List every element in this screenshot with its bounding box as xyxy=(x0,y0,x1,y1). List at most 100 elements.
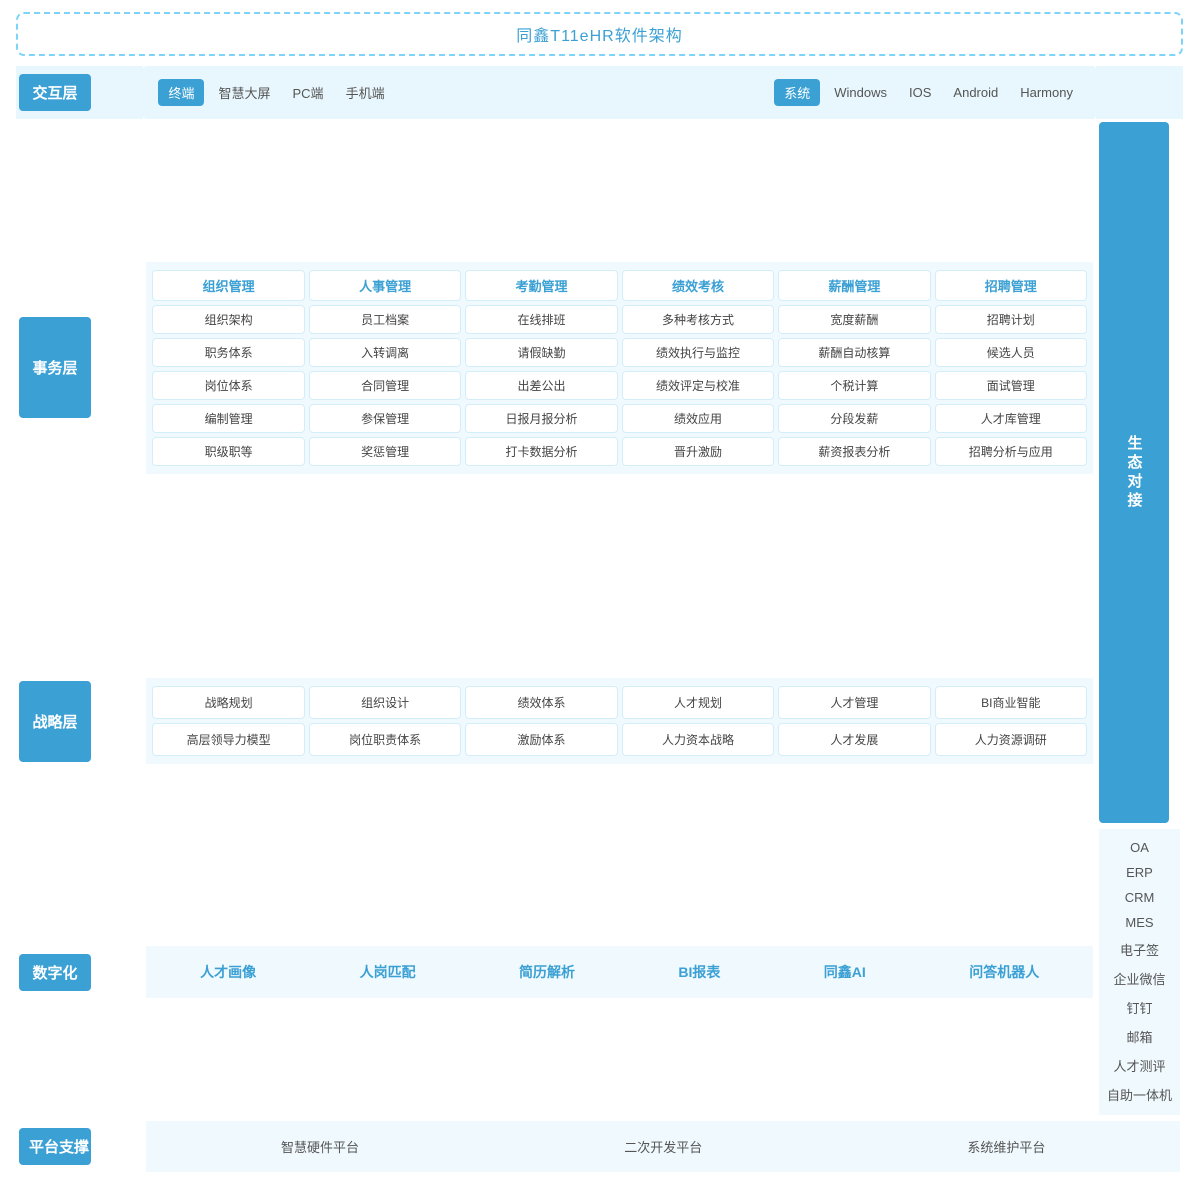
digital-layer-label: 数字化 xyxy=(19,954,91,991)
module-item-4-3: 分段发薪 xyxy=(778,404,930,433)
strategy-grid: 战略规划高层领导力模型组织设计岗位职责体系绩效体系激励体系人才规划人力资本战略人… xyxy=(152,686,1087,756)
strategy-col-0: 战略规划高层领导力模型 xyxy=(152,686,304,756)
module-header-3: 绩效考核 xyxy=(622,270,774,301)
ecology-label: 生态对接 xyxy=(1099,122,1169,823)
strategy-item-1-0: 组织设计 xyxy=(309,686,461,719)
eco-item-0: OA xyxy=(1103,835,1176,860)
module-item-3-4: 晋升激励 xyxy=(622,437,774,466)
ecology-items-right: OAERPCRMMES电子签企业微信钉钉邮箱人才测评自助一体机 xyxy=(1099,829,1180,1115)
module-col-1: 人事管理员工档案入转调离合同管理参保管理奖惩管理 xyxy=(309,270,461,466)
strategy-col-3: 人才规划人力资本战略 xyxy=(622,686,774,756)
module-item-2-0: 在线排班 xyxy=(465,305,617,334)
module-item-4-2: 个税计算 xyxy=(778,371,930,400)
platform-item-2: 系统维护平台 xyxy=(947,1131,1065,1162)
module-item-4-1: 薪酬自动核算 xyxy=(778,338,930,367)
system-tag: 系统 xyxy=(774,79,820,106)
module-item-0-0: 组织架构 xyxy=(152,305,304,334)
eco-item-5: 企业微信 xyxy=(1103,964,1176,993)
system-item-2: Android xyxy=(945,81,1006,104)
eco-item-1: ERP xyxy=(1103,860,1176,885)
digital-item-0: 人才画像 xyxy=(190,956,266,988)
digital-item-2: 简历解析 xyxy=(509,956,585,988)
module-item-1-2: 合同管理 xyxy=(309,371,461,400)
digital-item-5: 问答机器人 xyxy=(959,956,1049,988)
module-item-4-0: 宽度薪酬 xyxy=(778,305,930,334)
system-item-0: Windows xyxy=(826,81,895,104)
module-col-4: 薪酬管理宽度薪酬薪酬自动核算个税计算分段发薪薪资报表分析 xyxy=(778,270,930,466)
digital-item-3: BI报表 xyxy=(668,956,730,988)
strategy-item-4-1: 人才发展 xyxy=(778,723,930,756)
interact-content: 终端 智慧大屏 PC端 手机端 系统 Windows IOS Android H… xyxy=(146,69,1093,116)
eco-item-4: 电子签 xyxy=(1103,935,1176,964)
digital-item-4: 同鑫AI xyxy=(814,956,876,988)
module-col-5: 招聘管理招聘计划候选人员面试管理人才库管理招聘分析与应用 xyxy=(935,270,1087,466)
module-item-5-0: 招聘计划 xyxy=(935,305,1087,334)
module-item-3-1: 绩效执行与监控 xyxy=(622,338,774,367)
terminal-item-1: PC端 xyxy=(285,79,332,106)
main-title: 同鑫T11eHR软件架构 xyxy=(16,12,1183,56)
module-item-1-4: 奖惩管理 xyxy=(309,437,461,466)
digital-content: 人才画像 人岗匹配 简历解析 BI报表 同鑫AI 问答机器人 xyxy=(146,946,1093,998)
eco-item-3: MES xyxy=(1103,910,1176,935)
module-item-0-4: 职级职等 xyxy=(152,437,304,466)
strategy-layer-label: 战略层 xyxy=(19,681,91,762)
terminal-item-0: 智慧大屏 xyxy=(210,79,278,106)
eco-item-6: 钉钉 xyxy=(1103,993,1176,1022)
platform-item-0: 智慧硬件平台 xyxy=(261,1131,379,1162)
strategy-item-0-0: 战略规划 xyxy=(152,686,304,719)
module-header-4: 薪酬管理 xyxy=(778,270,930,301)
eco-item-9: 自助一体机 xyxy=(1103,1080,1176,1109)
system-item-3: Harmony xyxy=(1012,81,1081,104)
system-item-1: IOS xyxy=(901,81,939,104)
module-item-3-0: 多种考核方式 xyxy=(622,305,774,334)
eco-item-7: 邮箱 xyxy=(1103,1022,1176,1051)
eco-item-8: 人才测评 xyxy=(1103,1051,1176,1080)
strategy-col-2: 绩效体系激励体系 xyxy=(465,686,617,756)
module-header-2: 考勤管理 xyxy=(465,270,617,301)
module-item-4-4: 薪资报表分析 xyxy=(778,437,930,466)
strategy-item-3-0: 人才规划 xyxy=(622,686,774,719)
module-item-3-3: 绩效应用 xyxy=(622,404,774,433)
module-item-5-2: 面试管理 xyxy=(935,371,1087,400)
platform-content: 智慧硬件平台 二次开发平台 系统维护平台 xyxy=(146,1121,1180,1172)
business-content: 组织管理组织架构职务体系岗位体系编制管理职级职等人事管理员工档案入转调离合同管理… xyxy=(146,262,1093,474)
terminal-tag: 终端 xyxy=(158,79,204,106)
strategy-item-1-1: 岗位职责体系 xyxy=(309,723,461,756)
module-item-0-3: 编制管理 xyxy=(152,404,304,433)
module-item-3-2: 绩效评定与校准 xyxy=(622,371,774,400)
module-item-1-1: 入转调离 xyxy=(309,338,461,367)
module-item-0-1: 职务体系 xyxy=(152,338,304,367)
module-col-2: 考勤管理在线排班请假缺勤出差公出日报月报分析打卡数据分析 xyxy=(465,270,617,466)
strategy-col-4: 人才管理人才发展 xyxy=(778,686,930,756)
digital-item-1: 人岗匹配 xyxy=(350,956,426,988)
module-item-2-2: 出差公出 xyxy=(465,371,617,400)
strategy-item-3-1: 人力资本战略 xyxy=(622,723,774,756)
strategy-item-5-0: BI商业智能 xyxy=(935,686,1087,719)
strategy-col-5: BI商业智能人力资源调研 xyxy=(935,686,1087,756)
business-layer-label: 事务层 xyxy=(19,317,91,418)
module-col-0: 组织管理组织架构职务体系岗位体系编制管理职级职等 xyxy=(152,270,304,466)
module-item-5-4: 招聘分析与应用 xyxy=(935,437,1087,466)
strategy-col-1: 组织设计岗位职责体系 xyxy=(309,686,461,756)
module-item-1-0: 员工档案 xyxy=(309,305,461,334)
strategy-item-2-0: 绩效体系 xyxy=(465,686,617,719)
module-item-2-4: 打卡数据分析 xyxy=(465,437,617,466)
module-header-5: 招聘管理 xyxy=(935,270,1087,301)
strategy-item-4-0: 人才管理 xyxy=(778,686,930,719)
platform-item-1: 二次开发平台 xyxy=(604,1131,722,1162)
module-item-2-3: 日报月报分析 xyxy=(465,404,617,433)
module-item-0-2: 岗位体系 xyxy=(152,371,304,400)
modules-grid: 组织管理组织架构职务体系岗位体系编制管理职级职等人事管理员工档案入转调离合同管理… xyxy=(152,270,1087,466)
eco-item-2: CRM xyxy=(1103,885,1176,910)
module-header-1: 人事管理 xyxy=(309,270,461,301)
module-header-0: 组织管理 xyxy=(152,270,304,301)
strategy-content: 战略规划高层领导力模型组织设计岗位职责体系绩效体系激励体系人才规划人力资本战略人… xyxy=(146,678,1093,764)
module-item-5-3: 人才库管理 xyxy=(935,404,1087,433)
interact-layer-label: 交互层 xyxy=(19,74,91,111)
module-col-3: 绩效考核多种考核方式绩效执行与监控绩效评定与校准绩效应用晋升激励 xyxy=(622,270,774,466)
strategy-item-0-1: 高层领导力模型 xyxy=(152,723,304,756)
module-item-2-1: 请假缺勤 xyxy=(465,338,617,367)
platform-layer-label: 平台支撑 xyxy=(19,1128,91,1165)
terminal-item-2: 手机端 xyxy=(338,79,393,106)
module-item-1-3: 参保管理 xyxy=(309,404,461,433)
